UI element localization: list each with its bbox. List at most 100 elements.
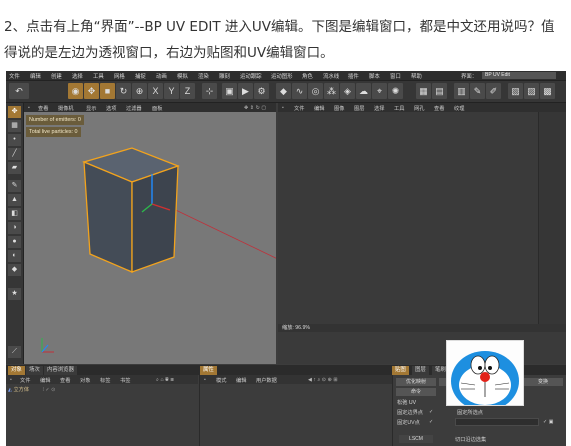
color-drop-icon[interactable]: ● [8,236,21,248]
grid-icon[interactable]: ▥ [454,83,469,99]
viewport-menu-item[interactable]: 过滤器 [126,105,142,112]
tool-b-icon[interactable]: ▨ [524,83,539,99]
light-icon[interactable]: ✺ [388,83,403,99]
move-icon[interactable]: ✥ [84,83,99,99]
tab-attributes[interactable]: 属性 [200,366,217,375]
menu-item[interactable]: 雕刻 [219,72,230,80]
nurbs-icon[interactable]: ◎ [308,83,323,99]
menu-item[interactable]: 运动跟踪 [240,72,262,80]
viewport-menu-item[interactable]: 显示 [86,105,96,112]
uv-menu-item[interactable]: 工具 [394,105,404,112]
objects-menu-item[interactable]: 文件 [20,377,30,384]
scale-icon[interactable]: ■ [100,83,115,99]
menu-item[interactable]: 角色 [302,72,313,80]
axis-x-icon[interactable]: X [148,83,163,99]
objects-menu-item[interactable]: 编辑 [40,377,50,384]
perspective-viewport[interactable]: Number of emitters: 0 Total live particl… [24,112,276,364]
uv-menu-item[interactable]: 图像 [334,105,344,112]
menu-item[interactable]: 创建 [51,72,62,80]
render-view-icon[interactable]: ▣ [222,83,237,99]
deformer-icon[interactable]: ◈ [340,83,355,99]
rotate-icon[interactable]: ↻ [116,83,131,99]
menu-item[interactable]: 选择 [72,72,83,80]
viewport-menu-item[interactable]: 选项 [106,105,116,112]
viewport-menu-item[interactable]: 查看 [38,105,48,112]
camera-icon[interactable]: ⌖ [372,83,387,99]
attributes-nav-icons[interactable]: ◀ ↑ ⌕ ⊙ ⊕ ⊞ [308,377,338,384]
tab-takes[interactable]: 场次 [26,366,43,375]
axis-y-icon[interactable]: Y [164,83,179,99]
recent-icon[interactable]: ⊕ [132,83,147,99]
layout-dropdown[interactable]: BP UV Edit [482,72,556,79]
pin-border-check[interactable]: ✓ [429,409,433,415]
uv-polygons-icon[interactable]: ▤ [432,83,447,99]
uv-menu-item[interactable]: 纹理 [454,105,464,112]
polygons-mode-icon[interactable]: ▰ [8,162,21,174]
tab-content-browser[interactable]: 内容浏览器 [44,366,77,375]
render-icon[interactable]: ▶ [238,83,253,99]
viewport-menu-item[interactable]: 摄像机 [58,105,74,112]
eyedropper-icon[interactable]: ⟋ [8,346,21,358]
selection-check[interactable]: ✓ ▣ [543,419,554,425]
undo-icon[interactable]: ↶ [9,83,29,99]
uv-menu-item[interactable]: 图层 [354,105,364,112]
menu-item[interactable]: 插件 [348,72,359,80]
attributes-menu-item[interactable]: 模式 [216,377,226,384]
uv-editor-canvas[interactable] [278,112,566,324]
objects-menu-item[interactable]: 书签 [120,377,130,384]
objects-menu-item[interactable]: 对象 [80,377,90,384]
axis-z-icon[interactable]: Z [180,83,195,99]
optimal-mapping-button[interactable]: 优化映射 [396,378,436,386]
pin-uv-check[interactable]: ✓ [429,419,433,425]
viewport-menu-item[interactable]: 面板 [152,105,162,112]
objects-search-icons[interactable]: ⌕ ⌂ ◉ ⊞ [156,377,174,384]
live-select-icon[interactable]: ◉ [68,83,83,99]
object-row[interactable]: ◭ 立方体 ⁞ ✓ ⊙ [8,386,56,394]
menu-item[interactable]: 流水线 [323,72,339,80]
commands-button[interactable]: 命令 [396,388,436,396]
uv-menu-item[interactable]: 选择 [374,105,384,112]
menu-item[interactable]: 文件 [9,72,20,80]
smudge-icon[interactable]: ◑ [8,222,21,234]
objects-menu-item[interactable]: 标签 [100,377,110,384]
tool-a-icon[interactable]: ▧ [508,83,523,99]
uv-menu-item[interactable]: 编辑 [314,105,324,112]
menu-item[interactable]: 编辑 [30,72,41,80]
objects-menu-item[interactable]: 查看 [60,377,70,384]
render-settings-icon[interactable]: ⚙ [254,83,269,99]
texture-mode-icon[interactable]: ▦ [8,120,21,132]
scene-icon[interactable]: ☁ [356,83,371,99]
gradient-icon[interactable]: ◐ [8,250,21,262]
edges-mode-icon[interactable]: ╱ [8,148,21,160]
brush-tool-icon[interactable]: ✎ [8,180,21,192]
points-mode-icon[interactable]: • [8,134,21,146]
menu-item[interactable]: 窗口 [390,72,401,80]
attributes-menu-item[interactable]: 编辑 [236,377,246,384]
viewport-nav-icons[interactable]: ✥ ⇕ ↻ ▢ [244,105,266,111]
cube-icon[interactable]: ◆ [276,83,291,99]
menu-item[interactable]: 捕捉 [135,72,146,80]
tab-objects[interactable]: 对象 [8,366,25,375]
menu-item[interactable]: 脚本 [369,72,380,80]
menu-item[interactable]: 帮助 [411,72,422,80]
transform-button[interactable]: 变换 [523,378,563,386]
object-flags[interactable]: ⁞ ✓ ⊙ [42,387,55,393]
selection-field[interactable] [455,418,539,426]
menu-item[interactable]: 网格 [114,72,125,80]
relax-mode-select[interactable]: LSCM [399,435,433,443]
menu-item[interactable]: 工具 [93,72,104,80]
menu-item[interactable]: 动画 [156,72,167,80]
spline-icon[interactable]: ∿ [292,83,307,99]
uv-points-icon[interactable]: ▦ [416,83,431,99]
shape-icon[interactable]: ◆ [8,264,21,276]
menu-item[interactable]: 模拟 [177,72,188,80]
coordinate-icon[interactable]: ⊹ [202,83,217,99]
tab-layers[interactable]: 图层 [412,366,429,375]
star-icon[interactable]: ★ [8,288,21,300]
uv-menu-item[interactable]: 查看 [434,105,444,112]
array-icon[interactable]: ⁂ [324,83,339,99]
uv-menu-item[interactable]: 网孔 [414,105,424,112]
paint-icon[interactable]: ✎ [470,83,485,99]
model-mode-icon[interactable]: ✥ [8,106,21,118]
attributes-menu-item[interactable]: 用户数据 [256,377,277,384]
